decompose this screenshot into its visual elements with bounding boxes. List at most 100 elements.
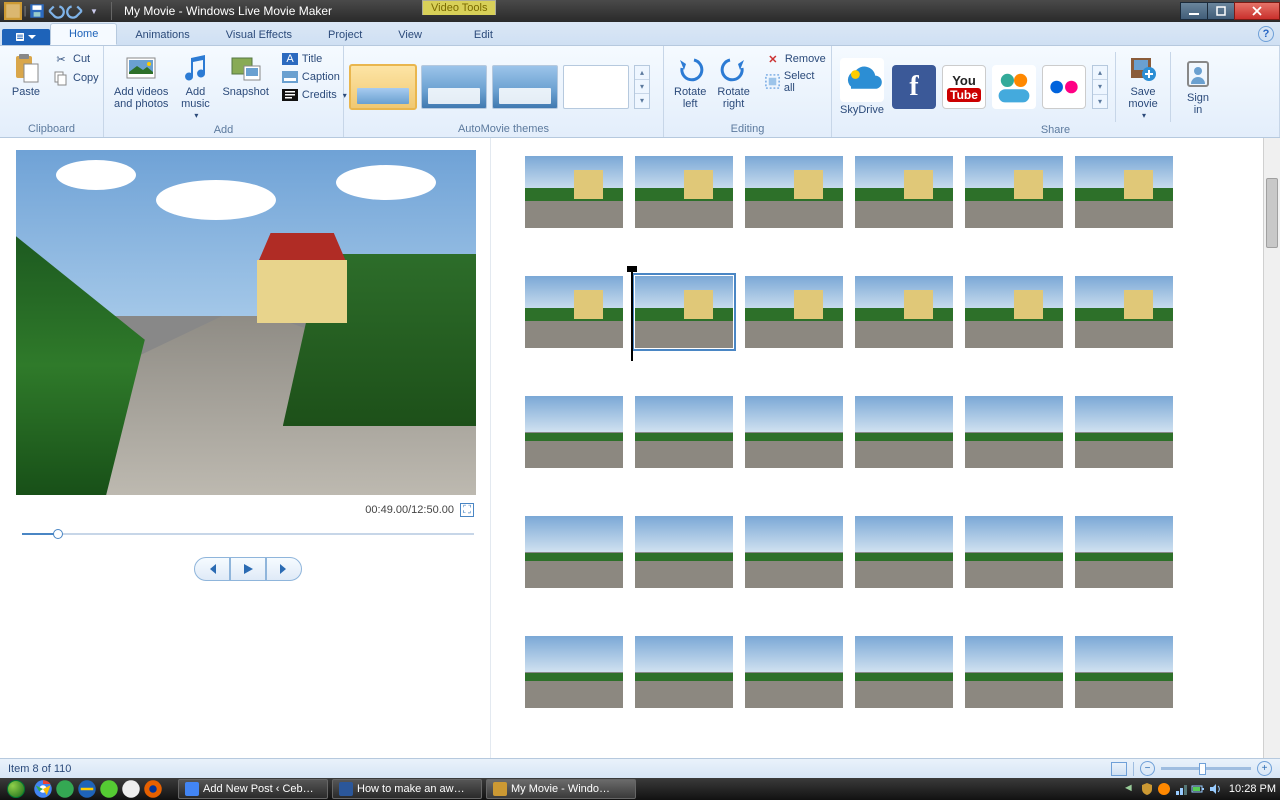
clip-thumbnail[interactable] [635,396,733,468]
wlmm-icon[interactable] [4,2,22,20]
flickr-icon[interactable] [1042,65,1086,109]
theme-2[interactable] [421,65,487,109]
tab-animations[interactable]: Animations [117,25,207,45]
theme-3[interactable] [492,65,558,109]
tray-shield-icon[interactable] [1140,782,1154,796]
tray-app-icon[interactable] [1157,782,1171,796]
fullscreen-icon[interactable]: ⛶ [460,503,474,517]
zoom-slider[interactable] [1161,767,1251,770]
clip-thumbnail[interactable] [745,396,843,468]
add-videos-photos-button[interactable]: Add videos and photos [110,50,172,112]
clip-thumbnail[interactable] [965,636,1063,708]
theme-4[interactable] [563,65,629,109]
tab-view[interactable]: View [380,25,440,45]
clip-thumbnail[interactable] [965,276,1063,348]
add-music-button[interactable]: Add music [175,50,215,124]
paste-button[interactable]: Paste [6,50,46,100]
clip-thumbnail[interactable] [635,516,733,588]
clip-thumbnail[interactable] [1075,516,1173,588]
qat-dropdown-icon[interactable]: ▼ [85,2,103,20]
tab-edit[interactable]: Edit [456,25,511,45]
undo-icon[interactable] [47,2,65,20]
select-all-button[interactable]: Select all [761,69,830,95]
tb-ie-icon[interactable] [77,779,97,799]
caption-button[interactable]: Caption [278,68,351,86]
thumbnail-view-icon[interactable] [1111,762,1127,776]
video-preview[interactable] [16,150,476,495]
tray-battery-icon[interactable] [1191,782,1205,796]
start-button[interactable] [0,778,32,800]
theme-gallery-more[interactable]: ▴▾▾ [634,65,650,109]
theme-1[interactable] [350,65,416,109]
groups-icon[interactable] [992,65,1036,109]
facebook-icon[interactable]: f [892,65,936,109]
vertical-scrollbar[interactable] [1263,138,1280,758]
clip-thumbnail[interactable] [1075,156,1173,228]
tb-firefox-icon[interactable] [143,779,163,799]
help-icon[interactable]: ? [1258,26,1274,42]
clip-thumbnail[interactable] [635,636,733,708]
minimize-button[interactable] [1180,2,1208,20]
clip-thumbnail[interactable] [1075,396,1173,468]
snapshot-button[interactable]: Snapshot [218,50,272,100]
taskbar-task[interactable]: How to make an aw… [332,779,482,799]
credits-button[interactable]: Credits [278,86,351,104]
prev-frame-button[interactable] [194,557,230,581]
playhead[interactable] [631,269,633,361]
clip-thumbnail[interactable] [525,156,623,228]
rotate-left-button[interactable]: Rotate left [670,50,710,112]
save-icon[interactable] [28,2,46,20]
next-frame-button[interactable] [266,557,302,581]
clip-thumbnail[interactable] [525,396,623,468]
copy-button[interactable]: Copy [49,69,103,87]
skydrive-button[interactable]: SkyDrive [838,58,886,116]
file-menu-button[interactable] [2,29,50,45]
clip-thumbnail[interactable] [855,396,953,468]
clip-thumbnail[interactable] [635,156,733,228]
clip-thumbnail[interactable] [745,636,843,708]
maximize-button[interactable] [1207,2,1235,20]
taskbar-task[interactable]: Add New Post ‹ Ceb… [178,779,328,799]
clip-thumbnail[interactable] [745,516,843,588]
save-movie-button[interactable]: Save movie [1123,50,1163,124]
close-button[interactable] [1234,2,1280,20]
rotate-right-button[interactable]: Rotate right [713,50,753,112]
youtube-icon[interactable]: YouTube [942,65,986,109]
clip-thumbnail[interactable] [965,516,1063,588]
title-button[interactable]: ATitle [278,50,351,68]
remove-button[interactable]: ✕Remove [761,50,830,68]
clip-thumbnail[interactable] [1075,276,1173,348]
tb-app1-icon[interactable] [55,779,75,799]
play-button[interactable] [230,557,266,581]
clip-thumbnail[interactable] [965,156,1063,228]
clip-thumbnail[interactable] [525,276,623,348]
storyboard[interactable] [490,138,1280,758]
scrollbar-thumb[interactable] [1266,178,1278,248]
clip-thumbnail[interactable] [855,636,953,708]
tray-arrow-icon[interactable]: ◄ [1123,782,1137,796]
video-tools-tab-label[interactable]: Video Tools [422,0,496,15]
clip-thumbnail[interactable] [855,516,953,588]
tab-project[interactable]: Project [310,25,380,45]
tb-app2-icon[interactable] [99,779,119,799]
tray-volume-icon[interactable] [1208,782,1222,796]
sign-in-button[interactable]: Sign in [1178,56,1218,118]
clip-thumbnail[interactable] [1075,636,1173,708]
clip-thumbnail[interactable] [525,636,623,708]
clip-thumbnail[interactable] [855,156,953,228]
cut-button[interactable]: ✂Cut [49,50,103,68]
zoom-in-button[interactable]: + [1257,761,1272,776]
share-more[interactable]: ▴▾▾ [1092,65,1108,109]
seek-thumb[interactable] [53,529,63,539]
tab-home[interactable]: Home [50,23,117,45]
clock[interactable]: 10:28 PM [1229,783,1276,795]
clip-thumbnail[interactable] [525,516,623,588]
tray-network-icon[interactable] [1174,782,1188,796]
clip-thumbnail[interactable] [965,396,1063,468]
tb-chrome-icon[interactable] [33,779,53,799]
zoom-thumb[interactable] [1199,763,1206,775]
redo-icon[interactable] [66,2,84,20]
preview-seek-slider[interactable] [22,529,474,539]
clip-thumbnail[interactable] [745,156,843,228]
clip-thumbnail[interactable] [635,276,733,348]
